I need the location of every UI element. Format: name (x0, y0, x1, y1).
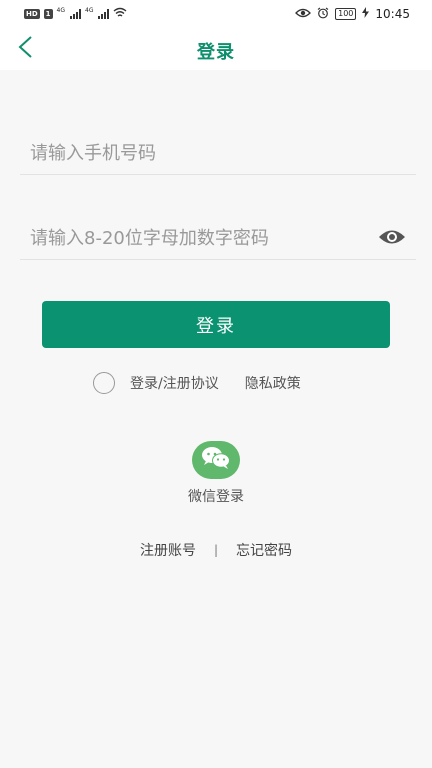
signal-icon (98, 9, 110, 19)
terms-link[interactable]: 登录/注册协议 (130, 373, 219, 393)
wechat-icon-circle (192, 441, 240, 479)
page-title: 登录 (197, 42, 235, 63)
eye-icon (378, 228, 406, 250)
login-button[interactable]: 登录 (42, 301, 390, 348)
battery-icon: 100 (335, 8, 357, 20)
password-field (20, 218, 416, 260)
status-right: 100 10:45 (295, 7, 410, 22)
agreement-row: 登录/注册协议 隐私政策 (93, 372, 301, 394)
app-header: 登录 (0, 28, 432, 70)
phone-input[interactable] (20, 143, 416, 164)
charging-icon (362, 7, 370, 21)
bottom-links: 注册账号 | 忘记密码 (0, 540, 432, 560)
link-separator: | (213, 543, 219, 557)
agreement-checkbox[interactable] (93, 372, 115, 394)
wechat-login-label: 微信登录 (188, 489, 244, 505)
wechat-icon (201, 446, 231, 474)
register-link[interactable]: 注册账号 (140, 540, 196, 560)
password-input[interactable] (20, 228, 416, 249)
status-bar: HD 1 4G 4G 100 10:45 (0, 0, 432, 28)
sim-badge: 1 (43, 9, 53, 19)
privacy-policy-link[interactable]: 隐私政策 (245, 373, 301, 393)
hd-badge: HD (24, 9, 40, 19)
wifi-icon (113, 7, 127, 21)
alarm-icon (317, 7, 329, 22)
wechat-login-button[interactable] (191, 441, 241, 479)
signal-label-2: 4G (85, 7, 94, 14)
clock-time: 10:45 (375, 7, 410, 21)
signal-icon (70, 9, 82, 19)
phone-field (20, 133, 416, 175)
eye-comfort-icon (295, 7, 312, 21)
forgot-password-link[interactable]: 忘记密码 (236, 540, 292, 560)
show-password-toggle[interactable] (378, 228, 406, 250)
signal-label-1: 4G (56, 7, 66, 14)
status-left: HD 1 4G 4G (24, 7, 127, 21)
